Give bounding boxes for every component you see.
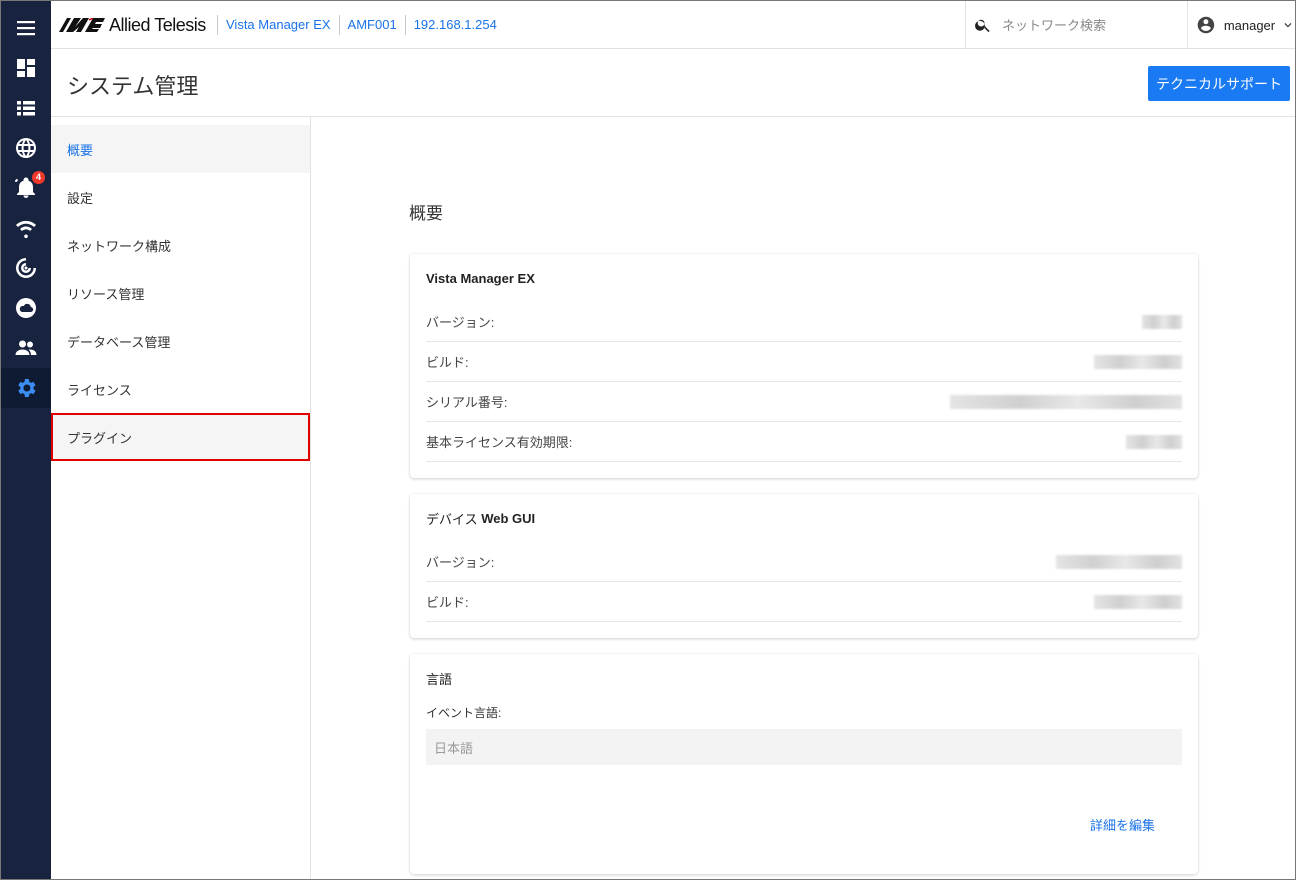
redacted-value bbox=[950, 394, 1182, 409]
logo-text: Allied Telesis bbox=[109, 14, 206, 35]
redacted-value bbox=[1094, 354, 1182, 369]
notification-badge: 4 bbox=[32, 171, 45, 184]
radar-icon[interactable] bbox=[1, 248, 51, 288]
card-title-jp: デバイス bbox=[426, 511, 478, 527]
technical-support-button[interactable]: テクニカルサポート bbox=[1148, 66, 1290, 101]
search-input[interactable] bbox=[1002, 17, 1172, 33]
logo-mark-icon bbox=[59, 18, 105, 32]
info-row-license-expiry: 基本ライセンス有効期限: bbox=[426, 422, 1182, 462]
redacted-value bbox=[1126, 434, 1182, 449]
app-window: 4 Allied Telesis Vista Manager EX AMF001… bbox=[0, 0, 1296, 880]
event-language-label: イベント言語: bbox=[426, 706, 502, 720]
info-row-version: バージョン: bbox=[426, 302, 1182, 342]
info-row-serial: シリアル番号: bbox=[426, 382, 1182, 422]
list-icon[interactable] bbox=[1, 88, 51, 128]
row-label: ビルド: bbox=[426, 595, 469, 610]
bell-icon[interactable]: 4 bbox=[1, 168, 51, 208]
wifi-icon[interactable] bbox=[1, 208, 51, 248]
event-language-field: 日本語 bbox=[426, 729, 1182, 765]
row-label: ビルド: bbox=[426, 355, 469, 370]
dashboard-icon[interactable] bbox=[1, 48, 51, 88]
breadcrumb-network[interactable]: AMF001 bbox=[338, 15, 405, 35]
vista-manager-card: Vista Manager EX バージョン: ビルド: シリアル番号: 基本ラ… bbox=[410, 254, 1198, 478]
row-label: バージョン: bbox=[426, 315, 495, 330]
card-title: 言語 bbox=[426, 671, 453, 687]
section-title: 概要 bbox=[409, 204, 443, 223]
info-row-version: バージョン: bbox=[426, 542, 1182, 582]
menu-item-license[interactable]: ライセンス bbox=[51, 365, 310, 413]
redacted-value bbox=[1056, 554, 1182, 569]
row-label: 基本ライセンス有効期限: bbox=[426, 435, 573, 450]
menu-item-plugin[interactable]: プラグイン bbox=[51, 413, 310, 461]
row-label: バージョン: bbox=[426, 555, 495, 570]
cloud-icon[interactable] bbox=[1, 288, 51, 328]
device-web-gui-card: デバイス Web GUI バージョン: ビルド: bbox=[410, 494, 1198, 638]
people-icon[interactable] bbox=[1, 328, 51, 368]
account-circle-icon bbox=[1197, 16, 1215, 34]
menu-item-overview[interactable]: 概要 bbox=[51, 125, 310, 173]
redacted-value bbox=[1094, 594, 1182, 609]
card-title: Vista Manager EX bbox=[426, 270, 535, 286]
page-title: システム管理 bbox=[67, 74, 199, 99]
menu-icon[interactable] bbox=[1, 8, 51, 48]
globe-icon[interactable] bbox=[1, 128, 51, 168]
language-card: 言語 イベント言語: 日本語 詳細を編集 bbox=[410, 654, 1198, 874]
breadcrumb-ip[interactable]: 192.168.1.254 bbox=[404, 15, 505, 35]
card-title-en: Web GUI bbox=[477, 510, 536, 526]
search-icon bbox=[975, 19, 990, 33]
redacted-value bbox=[1142, 314, 1182, 329]
edit-details-link[interactable]: 詳細を編集 bbox=[1090, 815, 1155, 834]
page-header: システム管理 テクニカルサポート bbox=[51, 49, 1295, 117]
allied-telesis-logo[interactable]: Allied Telesis bbox=[59, 13, 206, 37]
card-title: デバイス Web GUI bbox=[426, 494, 1182, 542]
main-content: 概要 Vista Manager EX バージョン: ビルド: シリアル番号: … bbox=[311, 117, 1295, 879]
top-bar: Allied Telesis Vista Manager EX AMF001 1… bbox=[51, 1, 1295, 49]
network-search bbox=[965, 1, 1187, 49]
user-name: manager bbox=[1223, 17, 1276, 33]
row-label: シリアル番号: bbox=[426, 395, 508, 410]
gear-icon[interactable] bbox=[1, 368, 51, 408]
settings-menu: 概要 設定 ネットワーク構成 リソース管理 データベース管理 ライセンス プラグ… bbox=[51, 117, 311, 879]
menu-item-resource-management[interactable]: リソース管理 bbox=[51, 269, 310, 317]
breadcrumb-product[interactable]: Vista Manager EX bbox=[217, 15, 339, 35]
chevron-down-icon bbox=[1284, 23, 1292, 28]
info-row-build: ビルド: bbox=[426, 342, 1182, 382]
icon-rail: 4 bbox=[1, 1, 51, 879]
info-row-build: ビルド: bbox=[426, 582, 1182, 622]
breadcrumb: Vista Manager EX AMF001 192.168.1.254 bbox=[217, 15, 505, 35]
menu-item-settings[interactable]: 設定 bbox=[51, 173, 310, 221]
menu-item-database-management[interactable]: データベース管理 bbox=[51, 317, 310, 365]
user-menu[interactable]: manager bbox=[1187, 1, 1295, 49]
menu-item-network-config[interactable]: ネットワーク構成 bbox=[51, 221, 310, 269]
